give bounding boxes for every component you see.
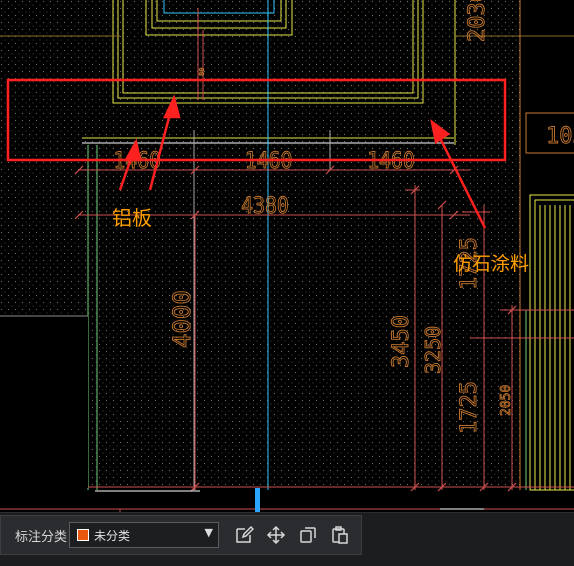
annotation-aluminum: 铝板 — [112, 206, 152, 230]
copy-button[interactable] — [295, 522, 321, 548]
chevron-down-icon: ▼ — [204, 526, 213, 539]
annotation-toolbar: 标注分类 未分类 ▼ — [0, 512, 574, 566]
dim-1725-bottom: 1725 — [457, 381, 482, 434]
dim-3250: 3250 — [421, 326, 445, 374]
move-button[interactable] — [263, 522, 289, 548]
cad-canvas[interactable]: 1460 1460 1460 4380 4000 3450 3250 1725 … — [0, 0, 574, 512]
category-select[interactable]: 未分类 ▼ — [69, 522, 219, 548]
dim-105: 105 — [546, 124, 574, 149]
dim-80: 80 — [198, 68, 206, 76]
category-value: 未分类 — [94, 529, 131, 543]
move-icon — [266, 525, 286, 545]
edit-button[interactable] — [231, 522, 257, 548]
category-color-swatch — [77, 529, 89, 541]
dim-2050: 2050 — [499, 385, 514, 416]
annotation-stone-paint: 仿石涂料 — [453, 253, 529, 275]
copy-icon — [300, 527, 316, 543]
dim-3450: 3450 — [389, 315, 414, 368]
paste-icon — [332, 526, 348, 544]
toolbar-panel: 标注分类 未分类 ▼ — [0, 515, 362, 555]
dim-4380: 4380 — [241, 193, 289, 218]
category-label: 标注分类 — [15, 530, 68, 545]
dim-4000: 4000 — [168, 290, 196, 348]
edit-icon — [236, 525, 254, 543]
dim-2036: 2036 — [465, 0, 490, 42]
paste-button[interactable] — [327, 522, 353, 548]
